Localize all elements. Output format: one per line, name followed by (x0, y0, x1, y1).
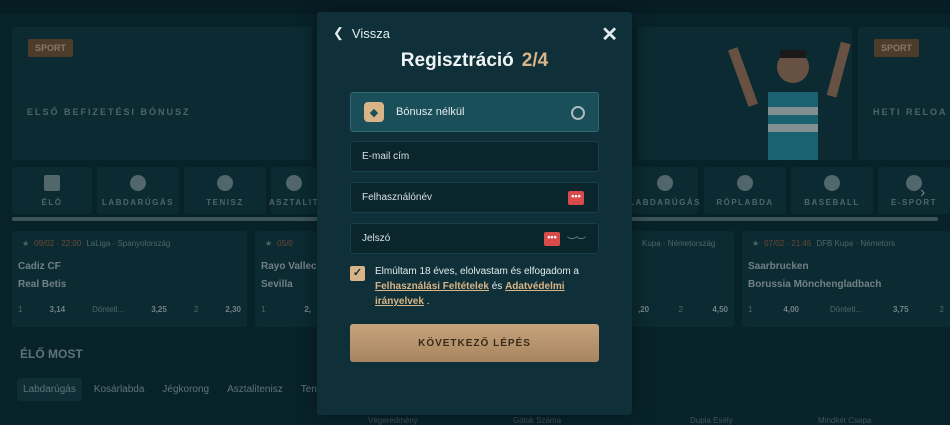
consent-text: Elmúltam 18 éves, elolvastam és elfogado… (375, 266, 579, 307)
terms-link[interactable]: Felhasználási Feltételek (375, 281, 489, 292)
close-icon[interactable]: ✕ (601, 22, 618, 47)
title-text: Regisztráció (400, 50, 514, 71)
password-field[interactable]: Jelszó ••• ︶︶ (350, 223, 599, 254)
bonus-label: Bónusz nélkül (396, 106, 465, 118)
tag-icon: ◆ (364, 102, 384, 122)
eye-closed-icon[interactable]: ︶︶ (567, 233, 586, 248)
password-placeholder: Jelszó (362, 233, 391, 244)
back-button[interactable]: ❮ Vissza (333, 25, 390, 41)
username-field[interactable]: Felhasználónév ••• (350, 182, 599, 213)
email-placeholder: E-mail cím (362, 151, 410, 162)
username-placeholder: Felhasználónév (362, 192, 433, 203)
back-label: Vissza (351, 25, 390, 41)
bonus-selector[interactable]: ◆ Bónusz nélkül (350, 92, 599, 132)
refresh-icon[interactable] (571, 106, 585, 120)
password-manager-icon[interactable]: ••• (544, 232, 560, 246)
chevron-left-icon: ❮ (333, 25, 344, 40)
consent-checkbox[interactable]: ✓ (350, 266, 365, 281)
modal-title: Regisztráció 2/4 (317, 50, 632, 72)
email-field[interactable]: E-mail cím (350, 141, 599, 172)
registration-modal: ❮ Vissza ✕ Regisztráció 2/4 ◆ Bónusz nélk… (317, 12, 632, 415)
step-indicator: 2/4 (521, 50, 549, 71)
password-manager-icon[interactable]: ••• (568, 191, 584, 205)
next-step-button[interactable]: KÖVETKEZŐ LÉPÉS (350, 324, 599, 362)
